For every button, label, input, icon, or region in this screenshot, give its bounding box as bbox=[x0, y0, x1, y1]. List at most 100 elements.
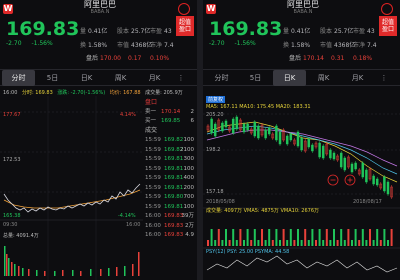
candle bbox=[257, 125, 260, 139]
alert-badge[interactable]: 超值 盈口 bbox=[176, 16, 194, 36]
trade-row: 15:59 169.82 100 bbox=[145, 137, 194, 143]
tab-monthly-k[interactable]: 月K bbox=[341, 70, 374, 86]
adjust-toggle[interactable]: 前复权 bbox=[206, 96, 226, 103]
tab-monthly-k[interactable]: 月K bbox=[138, 70, 171, 86]
last-price: 169.83 bbox=[209, 18, 283, 40]
volume-bar bbox=[315, 240, 317, 246]
after-hours-change: 0.31 bbox=[331, 55, 345, 62]
psy-legend: PSY(12) PSY: 25.00 PSYMA: 44.58 bbox=[206, 249, 290, 255]
after-hours-percent: 0.10% bbox=[150, 55, 170, 62]
back-button[interactable]: W bbox=[3, 4, 13, 14]
more-icon[interactable]: ⋮ bbox=[168, 70, 194, 86]
candle bbox=[332, 152, 336, 160]
candle bbox=[264, 129, 267, 139]
volume-bar bbox=[376, 229, 379, 246]
after-hours-label: 盘后 bbox=[86, 55, 99, 62]
trade-list[interactable]: 15:59 169.82 100 15:59 169.82 2100 15:59 169.… bbox=[143, 136, 197, 241]
more-icon[interactable]: ⋮ bbox=[371, 70, 397, 86]
settings-icon[interactable] bbox=[178, 3, 190, 15]
alert-badge[interactable]: 超值 盈口 bbox=[379, 16, 397, 36]
volume-bar bbox=[228, 240, 231, 246]
volume-bar bbox=[307, 240, 310, 246]
tab-intraday[interactable]: 分时 bbox=[205, 70, 238, 86]
change-percent: -1.56% bbox=[234, 40, 256, 47]
title: 阿里巴巴 BABA.N bbox=[263, 0, 343, 15]
trade-row: 15:59 169.81 200 bbox=[145, 184, 194, 191]
volume-bar bbox=[340, 229, 343, 246]
after-hours-change: 0.17 bbox=[128, 55, 142, 62]
candle bbox=[210, 118, 213, 134]
candle bbox=[386, 181, 390, 195]
tab-intraday[interactable]: 分时 bbox=[2, 70, 35, 86]
volume-bar bbox=[239, 229, 242, 246]
volume-bar bbox=[225, 229, 227, 246]
after-hours-label: 盘后 bbox=[289, 55, 302, 62]
candle bbox=[253, 121, 257, 137]
volume-bar bbox=[343, 240, 346, 246]
volume-bar bbox=[250, 240, 253, 246]
stat-turnover: 换 1.58% bbox=[283, 42, 311, 49]
stock-code: BABA.N bbox=[293, 9, 313, 15]
candle bbox=[300, 137, 303, 151]
change-value: -2.70 bbox=[209, 40, 225, 47]
stat-mktcap: 市值 4368亿 bbox=[320, 42, 356, 49]
volume-bar bbox=[232, 229, 235, 246]
volume-bar bbox=[322, 240, 325, 246]
candle bbox=[318, 142, 321, 158]
candle bbox=[224, 120, 228, 128]
stock-name: 阿里巴巴 bbox=[84, 0, 116, 9]
price-change: -2.70 -1.56% bbox=[209, 40, 264, 47]
volume-bar bbox=[243, 240, 245, 246]
candle bbox=[278, 131, 282, 145]
settings-icon[interactable] bbox=[381, 3, 393, 15]
pct-axis-low: -4.14% bbox=[118, 213, 136, 219]
trade-row: 15:59 169.81 300 bbox=[145, 156, 194, 162]
stat-pe: 市盈 43 bbox=[150, 28, 172, 35]
tab-daily-k[interactable]: 日K bbox=[273, 70, 306, 86]
volume-bar bbox=[264, 240, 267, 246]
period-tabs: 分时 5日 日K 周K 月K ⋮ bbox=[0, 69, 197, 86]
candle bbox=[383, 176, 386, 192]
change-percent: -1.56% bbox=[31, 40, 53, 47]
stock-name: 阿里巴巴 bbox=[287, 0, 319, 9]
volume-bar bbox=[358, 240, 361, 246]
volume-bar bbox=[347, 229, 350, 246]
volume-bar bbox=[311, 229, 314, 246]
candle bbox=[246, 123, 249, 131]
candle bbox=[267, 127, 271, 135]
candle bbox=[285, 135, 289, 145]
x-axis-end: 2018/08/17 bbox=[353, 199, 382, 205]
stat-pb: 市净 7.4 bbox=[150, 42, 174, 49]
volume-legend: 成交量: 4097万 VMA5: 4875万 VMA10: 2676万 bbox=[206, 208, 320, 214]
candle bbox=[221, 122, 224, 132]
title: 阿里巴巴 BABA.N bbox=[60, 0, 140, 15]
volume-bar bbox=[268, 229, 271, 246]
volume-bar bbox=[318, 229, 321, 246]
volume-bar bbox=[261, 229, 263, 246]
volume-bar bbox=[221, 240, 224, 246]
candle bbox=[321, 145, 325, 159]
volume-bar bbox=[300, 240, 303, 246]
change-value: -2.70 bbox=[6, 40, 22, 47]
stat-mktcap: 市值 4368亿 bbox=[117, 42, 153, 49]
tab-weekly-k[interactable]: 周K bbox=[104, 70, 137, 86]
volume-bar bbox=[383, 229, 386, 246]
tab-daily-k[interactable]: 日K bbox=[70, 70, 103, 86]
candle bbox=[372, 175, 375, 185]
volume-bar bbox=[329, 240, 332, 246]
trade-row: 16:00 169.83 2万 bbox=[145, 222, 194, 229]
top-bar: W 阿里巴巴 BABA.N bbox=[0, 0, 197, 18]
tab-5day[interactable]: 5日 bbox=[239, 70, 272, 86]
candle bbox=[354, 162, 357, 170]
candle bbox=[365, 169, 368, 183]
tab-5day[interactable]: 5日 bbox=[36, 70, 69, 86]
trade-row: 16:00 169.83 4.9 bbox=[145, 232, 194, 238]
candle bbox=[275, 125, 278, 141]
intraday-chart[interactable] bbox=[0, 96, 143, 280]
after-hours-price: 170.14 bbox=[303, 55, 324, 62]
tab-weekly-k[interactable]: 周K bbox=[307, 70, 340, 86]
trade-row: 15:59 169.81 100 bbox=[145, 165, 194, 172]
back-button[interactable]: W bbox=[206, 4, 216, 14]
candle bbox=[235, 116, 239, 130]
after-hours-percent: 0.18% bbox=[353, 55, 373, 62]
